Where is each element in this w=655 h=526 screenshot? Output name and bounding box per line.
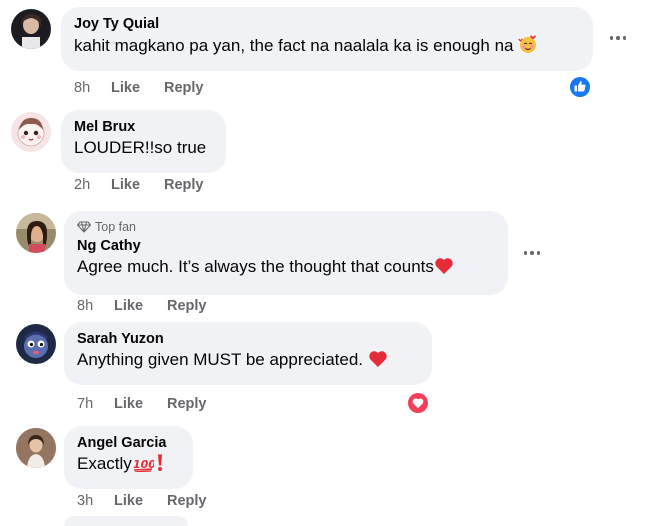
comment-author[interactable]: Angel Garcia xyxy=(77,434,181,452)
comment-author[interactable]: Mel Brux xyxy=(74,118,214,136)
comment-bubble: Mel Brux LOUDER!!so true xyxy=(61,110,226,173)
hundred-points-icon: 100 xyxy=(132,454,156,478)
comment-timestamp[interactable]: 7h xyxy=(77,395,114,413)
more-dots-icon xyxy=(523,251,541,255)
comment-actions: 3h Like Reply xyxy=(77,492,207,510)
avatar[interactable] xyxy=(16,324,56,364)
comment-actions: 7h Like Reply xyxy=(77,395,207,413)
exclamation-icon xyxy=(156,453,164,478)
top-fan-badge: Top fan xyxy=(95,220,137,234)
comment-timestamp[interactable]: 8h xyxy=(77,297,114,315)
comment-text: Anything given MUST be appreciated. xyxy=(77,350,368,369)
reply-button[interactable]: Reply xyxy=(164,79,204,97)
more-options-button[interactable] xyxy=(606,28,630,48)
reply-button[interactable]: Reply xyxy=(164,176,204,194)
avatar[interactable] xyxy=(16,428,56,468)
reaction-count[interactable] xyxy=(406,391,430,415)
reply-button[interactable]: Reply xyxy=(167,297,207,315)
comment-text: kahit magkano pa yan, the fact na naalal… xyxy=(74,36,514,55)
avatar[interactable] xyxy=(11,9,51,49)
reply-button[interactable]: Reply xyxy=(167,492,207,510)
diamond-icon xyxy=(77,221,91,233)
avatar[interactable] xyxy=(16,213,56,253)
more-options-button[interactable] xyxy=(520,243,544,263)
comment-timestamp[interactable]: 2h xyxy=(74,176,111,194)
comment-author[interactable]: Joy Ty Quial xyxy=(74,15,581,33)
red-heart-icon xyxy=(368,349,388,374)
comment-timestamp[interactable]: 8h xyxy=(74,79,111,97)
comment-text: LOUDER!!so true xyxy=(74,138,207,157)
comment-actions: 2h Like Reply xyxy=(74,176,204,194)
like-button[interactable]: Like xyxy=(114,297,167,315)
comment-text: Exactly xyxy=(77,454,132,473)
avatar[interactable] xyxy=(11,112,51,152)
reaction-count[interactable] xyxy=(568,75,592,99)
red-heart-icon xyxy=(434,256,454,281)
next-comment-bubble-edge xyxy=(64,516,188,526)
like-button[interactable]: Like xyxy=(114,492,167,510)
comment-bubble: Top fan Ng Cathy Agree much. It’s always… xyxy=(64,211,508,295)
comment-actions: 8h Like Reply xyxy=(74,79,204,97)
like-reaction-icon xyxy=(570,77,590,97)
like-button[interactable]: Like xyxy=(111,176,164,194)
comment-bubble: Angel Garcia Exactly 100 xyxy=(64,426,193,489)
like-button[interactable]: Like xyxy=(111,79,164,97)
comment-timestamp[interactable]: 3h xyxy=(77,492,114,510)
comment-bubble: Joy Ty Quial kahit magkano pa yan, the f… xyxy=(61,7,593,71)
like-button[interactable]: Like xyxy=(114,395,167,413)
comment-author[interactable]: Sarah Yuzon xyxy=(77,330,420,348)
comment-text: Agree much. It’s always the thought that… xyxy=(77,257,434,276)
comment-bubble: Sarah Yuzon Anything given MUST be appre… xyxy=(64,322,432,385)
reply-button[interactable]: Reply xyxy=(167,395,207,413)
comment-actions: 8h Like Reply xyxy=(77,297,207,315)
love-reaction-icon xyxy=(408,393,428,413)
comment-author[interactable]: Ng Cathy xyxy=(77,237,496,255)
more-dots-icon xyxy=(609,36,627,40)
smiling-face-with-hearts-icon xyxy=(518,34,538,60)
